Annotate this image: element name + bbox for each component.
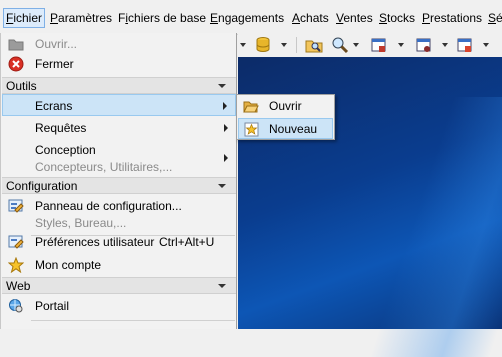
menu-ventes-label: Ventes [336,11,373,25]
menu-item-preferences[interactable]: Préférences utilisateur Ctrl+Alt+U [2,231,236,253]
menu-item-ouvrir[interactable]: Ouvrir... [2,33,236,55]
menu-ventes[interactable]: Ventes [335,9,374,27]
window-delete-icon[interactable] [456,36,474,54]
chevron-down-icon [218,184,226,188]
toolbar-dropdown-arrow[interactable] [281,43,287,47]
menu-achats[interactable]: Achats [291,9,330,27]
menu-parametres-label: Paramètres [50,11,113,25]
menu-prestations-label: Prestations [422,11,483,25]
portal-icon [8,298,24,314]
section-configuration-label: Configuration [6,179,78,193]
folder-icon [8,36,24,52]
open-folder-icon [243,99,259,114]
toolbar [238,34,502,56]
menu-item-fermer-label: Fermer [35,57,74,71]
section-outils-label: Outils [6,79,37,93]
menu-item-ecrans-label: Ecrans [35,99,73,113]
menu-divider [31,320,235,321]
toolbar-dropdown-arrow[interactable] [398,43,404,47]
section-outils[interactable]: Outils [2,77,236,94]
toolbar-dropdown-arrow[interactable] [240,43,246,47]
submenu-item-nouveau-label: Nouveau [269,122,318,136]
window-edit-icon[interactable] [370,36,388,54]
menu-stocks[interactable]: Stocks [378,9,416,27]
menu-item-requetes-label: Requêtes [35,121,87,135]
menu-item-mon-compte[interactable]: Mon compte [2,254,236,276]
window-settings-icon[interactable] [415,36,433,54]
menu-item-panneau-configuration[interactable]: Panneau de configuration... Styles, Bure… [2,195,236,235]
menu-fichier-label: Fichier [6,11,43,25]
menu-item-conception-subtitle: Concepteurs, Utilitaires,... [35,160,173,174]
menu-item-fermer[interactable]: Fermer [2,53,236,75]
control-panel-icon [8,198,24,214]
menu-item-portail[interactable]: Portail [2,295,236,317]
submenu-arrow-icon [223,102,227,110]
menu-item-preferences-shortcut: Ctrl+Alt+U [159,235,215,249]
submenu-arrow-icon [224,154,228,162]
database-icon[interactable] [254,36,272,54]
toolbar-dropdown-arrow[interactable] [483,43,489,47]
menu-item-requetes[interactable]: Requêtes [2,117,236,139]
preferences-icon [8,234,24,250]
section-web-label: Web [6,279,31,293]
menu-fichier[interactable]: Fichier [3,8,46,28]
close-icon [8,56,24,72]
menu-item-portail-label: Portail [35,299,70,313]
fichier-dropdown: Ouvrir... Fermer Outils Ecrans Requêtes … [0,33,237,329]
menu-item-ecrans[interactable]: Ecrans [2,94,236,116]
menubar: Fichier Paramètres Fichiers de base Enga… [0,0,502,35]
folder-search-icon[interactable] [305,36,323,54]
menu-item-ouvrir-label: Ouvrir... [35,37,78,51]
menu-item-mon-compte-label: Mon compte [35,258,102,272]
menu-item-conception[interactable]: Conception Concepteurs, Utilitaires,... [2,139,236,179]
submenu-item-nouveau[interactable]: Nouveau [238,118,333,139]
ecrans-submenu: Ouvrir Nouveau [236,94,335,140]
toolbar-separator [296,37,297,53]
desktop-light-ray [369,97,502,357]
menu-achats-label: Achats [292,11,329,25]
submenu-item-ouvrir-label: Ouvrir [269,99,302,113]
toolbar-dropdown-arrow[interactable] [442,43,448,47]
menu-engagements[interactable]: Engagements [209,9,285,27]
search-icon[interactable] [331,36,349,54]
section-configuration[interactable]: Configuration [2,177,236,194]
chevron-down-icon [218,284,226,288]
submenu-arrow-icon [224,124,228,132]
menu-prestations[interactable]: Prestations [421,9,483,27]
menu-se-label: Sé [488,11,502,25]
menu-fichiers-de-base-label: Fichiers de base [118,11,207,25]
menu-stocks-label: Stocks [379,11,416,25]
chevron-down-icon [218,84,226,88]
menu-item-preferences-label: Préférences utilisateur [35,235,155,249]
menu-parametres[interactable]: Paramètres [49,9,113,27]
menu-fichiers-de-base[interactable]: Fichiers de base [117,9,207,27]
menu-se[interactable]: Sé [487,9,502,27]
toolbar-dropdown-arrow[interactable] [353,43,359,47]
submenu-item-ouvrir[interactable]: Ouvrir [238,96,333,117]
section-web[interactable]: Web [2,277,236,294]
new-star-icon [244,122,260,137]
menu-engagements-label: Engagements [210,11,285,25]
star-icon [7,256,25,274]
